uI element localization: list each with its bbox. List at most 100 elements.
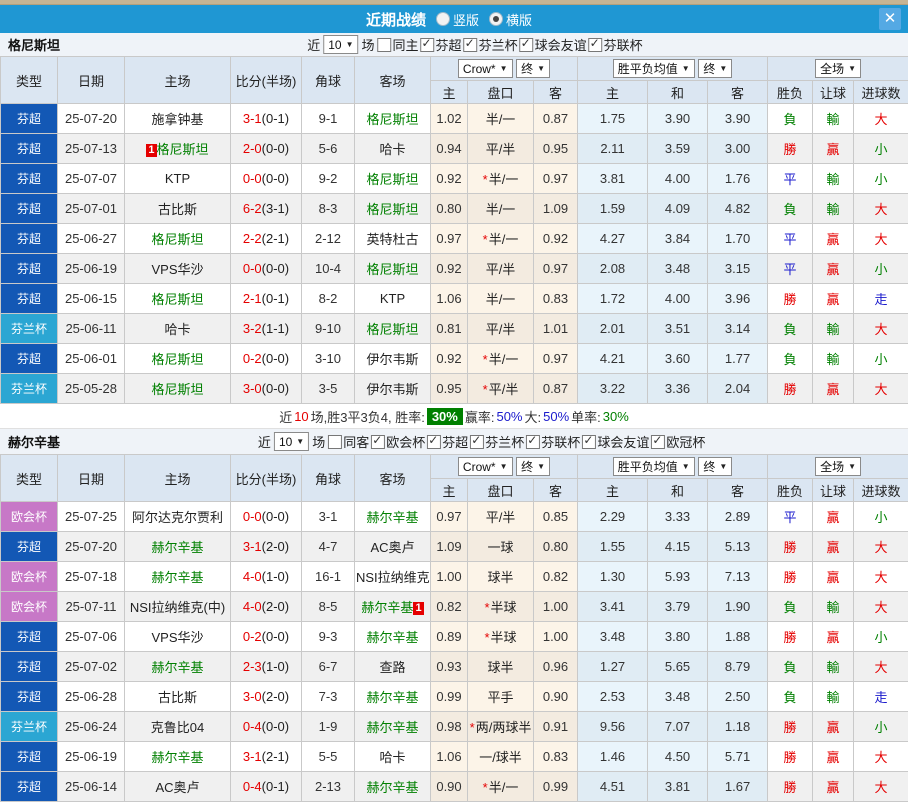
avg-home: 1.75 xyxy=(578,104,648,134)
home-team: NSI拉纳维克(中) xyxy=(125,592,231,622)
result-handicap: 輸 xyxy=(813,104,854,134)
checkbox-icon[interactable] xyxy=(526,435,540,449)
league-checkbox-2[interactable]: 球会友谊 xyxy=(520,35,587,54)
handicap-label: 平/半 xyxy=(486,262,516,277)
match-unit-label: 场 xyxy=(312,432,325,451)
match-date: 25-06-11 xyxy=(58,314,125,344)
league-checkbox-4[interactable]: 球会友谊 xyxy=(582,432,649,451)
checkbox-icon[interactable] xyxy=(589,38,603,52)
checkbox-icon[interactable] xyxy=(378,38,392,52)
odds-away: 0.96 xyxy=(534,652,578,682)
home-team: 古比斯 xyxy=(125,682,231,712)
handicap-label: 球半 xyxy=(487,570,513,585)
summary-text: 场,胜3平3负4, 胜率: xyxy=(311,407,425,426)
away-team-label: KTP xyxy=(380,291,405,306)
corners: 3-1 xyxy=(302,502,355,532)
col-header-score: 比分(半场) xyxy=(231,455,302,502)
odds-away: 0.92 xyxy=(534,224,578,254)
odds-stage-select[interactable]: 终▼ xyxy=(516,59,550,78)
avg-stage-select[interactable]: 终▼ xyxy=(698,59,732,78)
league-checkbox-0[interactable]: 芬超 xyxy=(421,35,462,54)
odds-away: 0.87 xyxy=(534,374,578,404)
result-handicap: 輸 xyxy=(813,592,854,622)
avg-away: 4.82 xyxy=(708,194,768,224)
close-icon[interactable]: ✕ xyxy=(879,8,901,30)
handicap-label: 半球 xyxy=(491,630,517,645)
filter-bar: 近10▼场同客欧会杯芬超芬兰杯芬联杯球会友谊欧冠杯 xyxy=(255,432,707,451)
league-checkbox-5[interactable]: 欧冠杯 xyxy=(651,432,705,451)
subcol-avg-home: 主 xyxy=(578,81,648,104)
half-time-score: (1-0) xyxy=(262,659,289,674)
checkbox-icon[interactable] xyxy=(520,38,534,52)
avg-draw: 3.48 xyxy=(648,682,708,712)
avg-stage-select[interactable]: 终▼ xyxy=(698,457,732,476)
same-venue-checkbox[interactable]: 同主 xyxy=(378,35,419,54)
scope-select[interactable]: 全场▼ xyxy=(815,59,861,78)
score: 0-2(0-0) xyxy=(231,344,302,374)
corners: 8-2 xyxy=(302,284,355,314)
result-handicap: 贏 xyxy=(813,712,854,742)
league-checkbox-2[interactable]: 芬兰杯 xyxy=(470,432,524,451)
recent-count-select[interactable]: 10▼ xyxy=(274,432,309,451)
result-wdl: 負 xyxy=(768,682,813,712)
match-row: 芬超25-06-27格尼斯坦2-2(2-1)2-12英特杜古0.97*半/一0.… xyxy=(1,224,908,254)
home-team-label: 赫尔辛基 xyxy=(151,540,203,555)
corners: 6-7 xyxy=(302,652,355,682)
away-team: 赫尔辛基 xyxy=(355,712,431,742)
avg-type-select[interactable]: 胜平负均值▼ xyxy=(613,59,695,78)
same-venue-checkbox[interactable]: 同客 xyxy=(328,432,369,451)
league-checkbox-0[interactable]: 欧会杯 xyxy=(371,432,425,451)
subcol-odds-home: 主 xyxy=(431,479,468,502)
half-time-score: (1-0) xyxy=(262,569,289,584)
avg-draw: 4.50 xyxy=(648,742,708,772)
match-date: 25-07-02 xyxy=(58,652,125,682)
league-checkbox-1[interactable]: 芬兰杯 xyxy=(464,35,518,54)
checkbox-icon[interactable] xyxy=(427,435,441,449)
star-mark: * xyxy=(483,232,488,247)
summary-text: 50% xyxy=(496,409,522,424)
avg-home: 2.11 xyxy=(578,134,648,164)
odds-stage-select[interactable]: 终▼ xyxy=(516,457,550,476)
avg-draw: 3.80 xyxy=(648,622,708,652)
col-header-corner: 角球 xyxy=(302,455,355,502)
full-time-score: 2-3 xyxy=(243,659,262,674)
league-checkbox-3[interactable]: 芬联杯 xyxy=(526,432,580,451)
league-checkbox-1[interactable]: 芬超 xyxy=(427,432,468,451)
recent-count-select[interactable]: 10▼ xyxy=(323,35,358,54)
match-row: 芬超25-07-01古比斯6-2(3-1)8-3格尼斯坦0.80半/一1.091… xyxy=(1,194,908,224)
result-handicap: 贏 xyxy=(813,254,854,284)
view-option-horizontal[interactable]: 横版 xyxy=(489,10,532,29)
col-header-home: 主场 xyxy=(125,57,231,104)
checkbox-icon[interactable] xyxy=(470,435,484,449)
corners: 2-13 xyxy=(302,772,355,802)
odds-home: 0.93 xyxy=(431,652,468,682)
home-team: 格尼斯坦 xyxy=(125,344,231,374)
league-checkbox-3[interactable]: 芬联杯 xyxy=(589,35,643,54)
radio-selected-icon[interactable] xyxy=(489,12,503,26)
view-option-vertical[interactable]: 竖版 xyxy=(436,10,479,29)
checkbox-icon[interactable] xyxy=(464,38,478,52)
star-mark: * xyxy=(483,382,488,397)
view-option-horizontal-label: 横版 xyxy=(506,10,532,29)
col-header-home: 主场 xyxy=(125,455,231,502)
odds-company-select[interactable]: Crow*▼ xyxy=(458,457,513,476)
odds-company-select[interactable]: Crow*▼ xyxy=(458,59,513,78)
avg-type-select[interactable]: 胜平负均值▼ xyxy=(613,457,695,476)
checkbox-icon[interactable] xyxy=(328,435,342,449)
avg-draw: 3.51 xyxy=(648,314,708,344)
star-mark: * xyxy=(483,352,488,367)
scope-select[interactable]: 全场▼ xyxy=(815,457,861,476)
checkbox-icon[interactable] xyxy=(582,435,596,449)
home-team: 赫尔辛基 xyxy=(125,562,231,592)
half-time-score: (0-1) xyxy=(262,111,289,126)
checkbox-icon[interactable] xyxy=(651,435,665,449)
full-time-score: 0-4 xyxy=(243,719,262,734)
result-wdl: 勝 xyxy=(768,622,813,652)
match-date: 25-06-14 xyxy=(58,772,125,802)
checkbox-icon[interactable] xyxy=(371,435,385,449)
away-team: 赫尔辛基 xyxy=(355,772,431,802)
checkbox-icon[interactable] xyxy=(421,38,435,52)
result-wdl: 勝 xyxy=(768,532,813,562)
radio-unselected-icon[interactable] xyxy=(436,12,450,26)
odds-home: 1.09 xyxy=(431,532,468,562)
